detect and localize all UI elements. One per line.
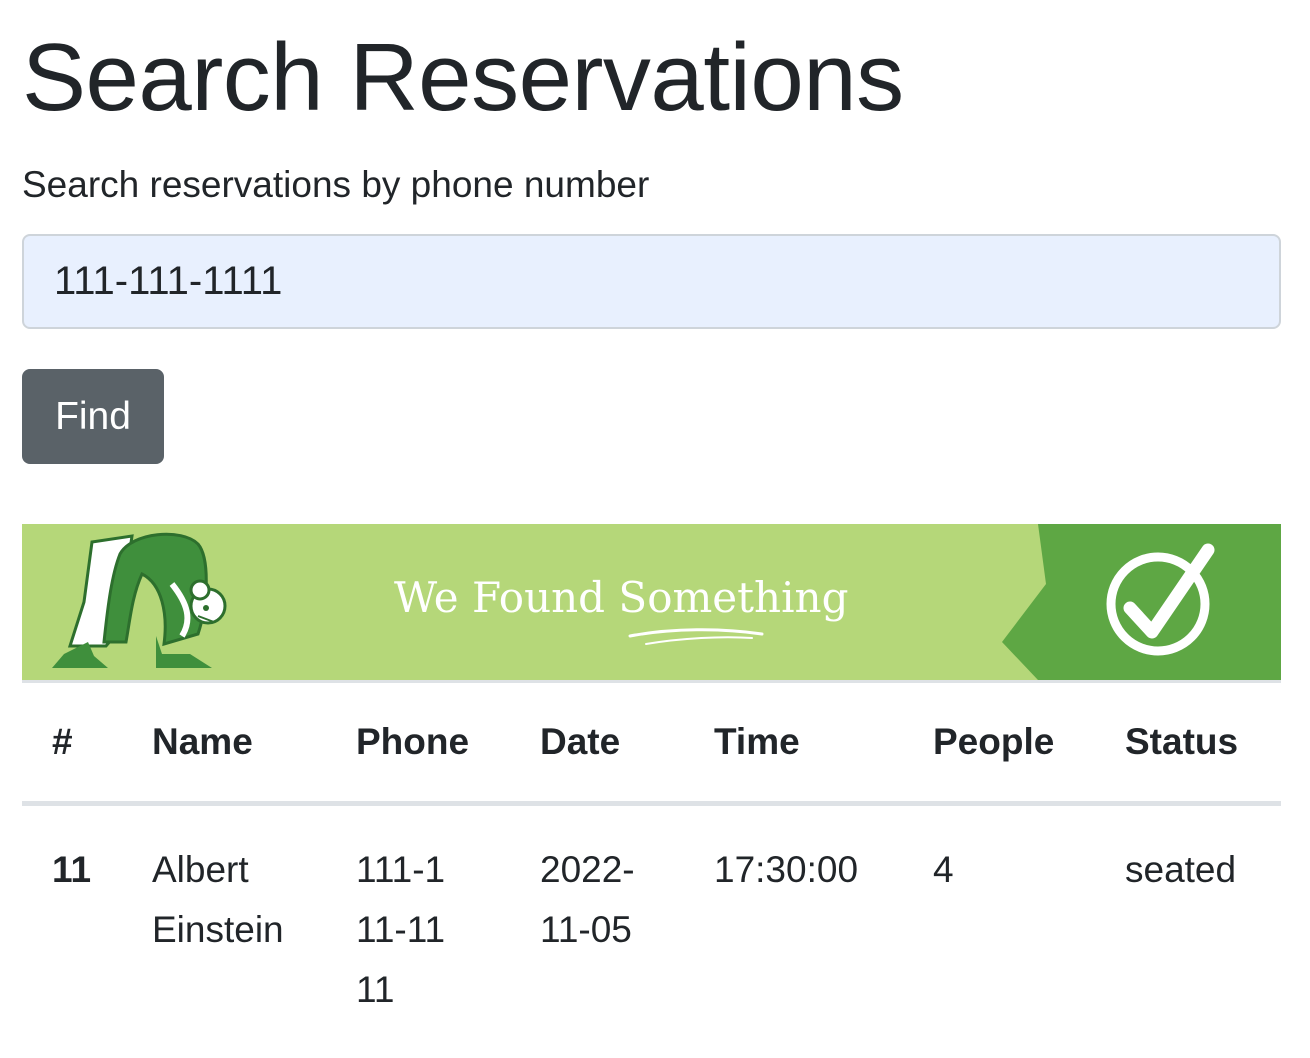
table-row: 11 Albert Einstein 111-111-1111 2022-11-… xyxy=(22,804,1281,1021)
reservation-date: 2022-11-05 xyxy=(510,804,684,1021)
banner-message: We Found Something xyxy=(394,573,849,622)
reservation-phone: 111-111-1111 xyxy=(326,804,510,1021)
reservation-date-text: 2022-11-05 xyxy=(540,849,635,950)
reservation-name-text: Albert Einstein xyxy=(152,849,284,950)
column-header-status: Status xyxy=(1095,683,1281,806)
reservation-people: 4 xyxy=(933,849,954,890)
column-header-phone: Phone xyxy=(326,683,510,806)
person-illustration xyxy=(52,532,227,668)
page-title: Search Reservations xyxy=(22,24,904,131)
page: Search Reservations Search reservations … xyxy=(0,0,1310,1058)
reservation-status: seated xyxy=(1125,849,1237,890)
column-header-name: Name xyxy=(122,683,326,806)
reservation-phone-text: 111-111-1111 xyxy=(356,849,446,1010)
reservation-name: Albert Einstein xyxy=(122,804,326,1021)
phone-search-input[interactable] xyxy=(22,234,1281,329)
column-header-date: Date xyxy=(510,683,684,806)
reservation-time: 17:30:00 xyxy=(714,849,859,890)
column-header-time: Time xyxy=(684,683,903,806)
table-header-row: # Name Phone Date Time People Status xyxy=(22,683,1281,806)
reservation-id: 11 xyxy=(52,849,92,890)
find-button[interactable]: Find xyxy=(22,369,164,464)
column-header-id: # xyxy=(22,683,122,806)
search-label: Search reservations by phone number xyxy=(22,164,650,205)
reservations-table: # Name Phone Date Time People Status 11 … xyxy=(22,683,1281,1020)
column-header-people: People xyxy=(903,683,1095,806)
found-banner: We Found Something xyxy=(22,524,1281,680)
